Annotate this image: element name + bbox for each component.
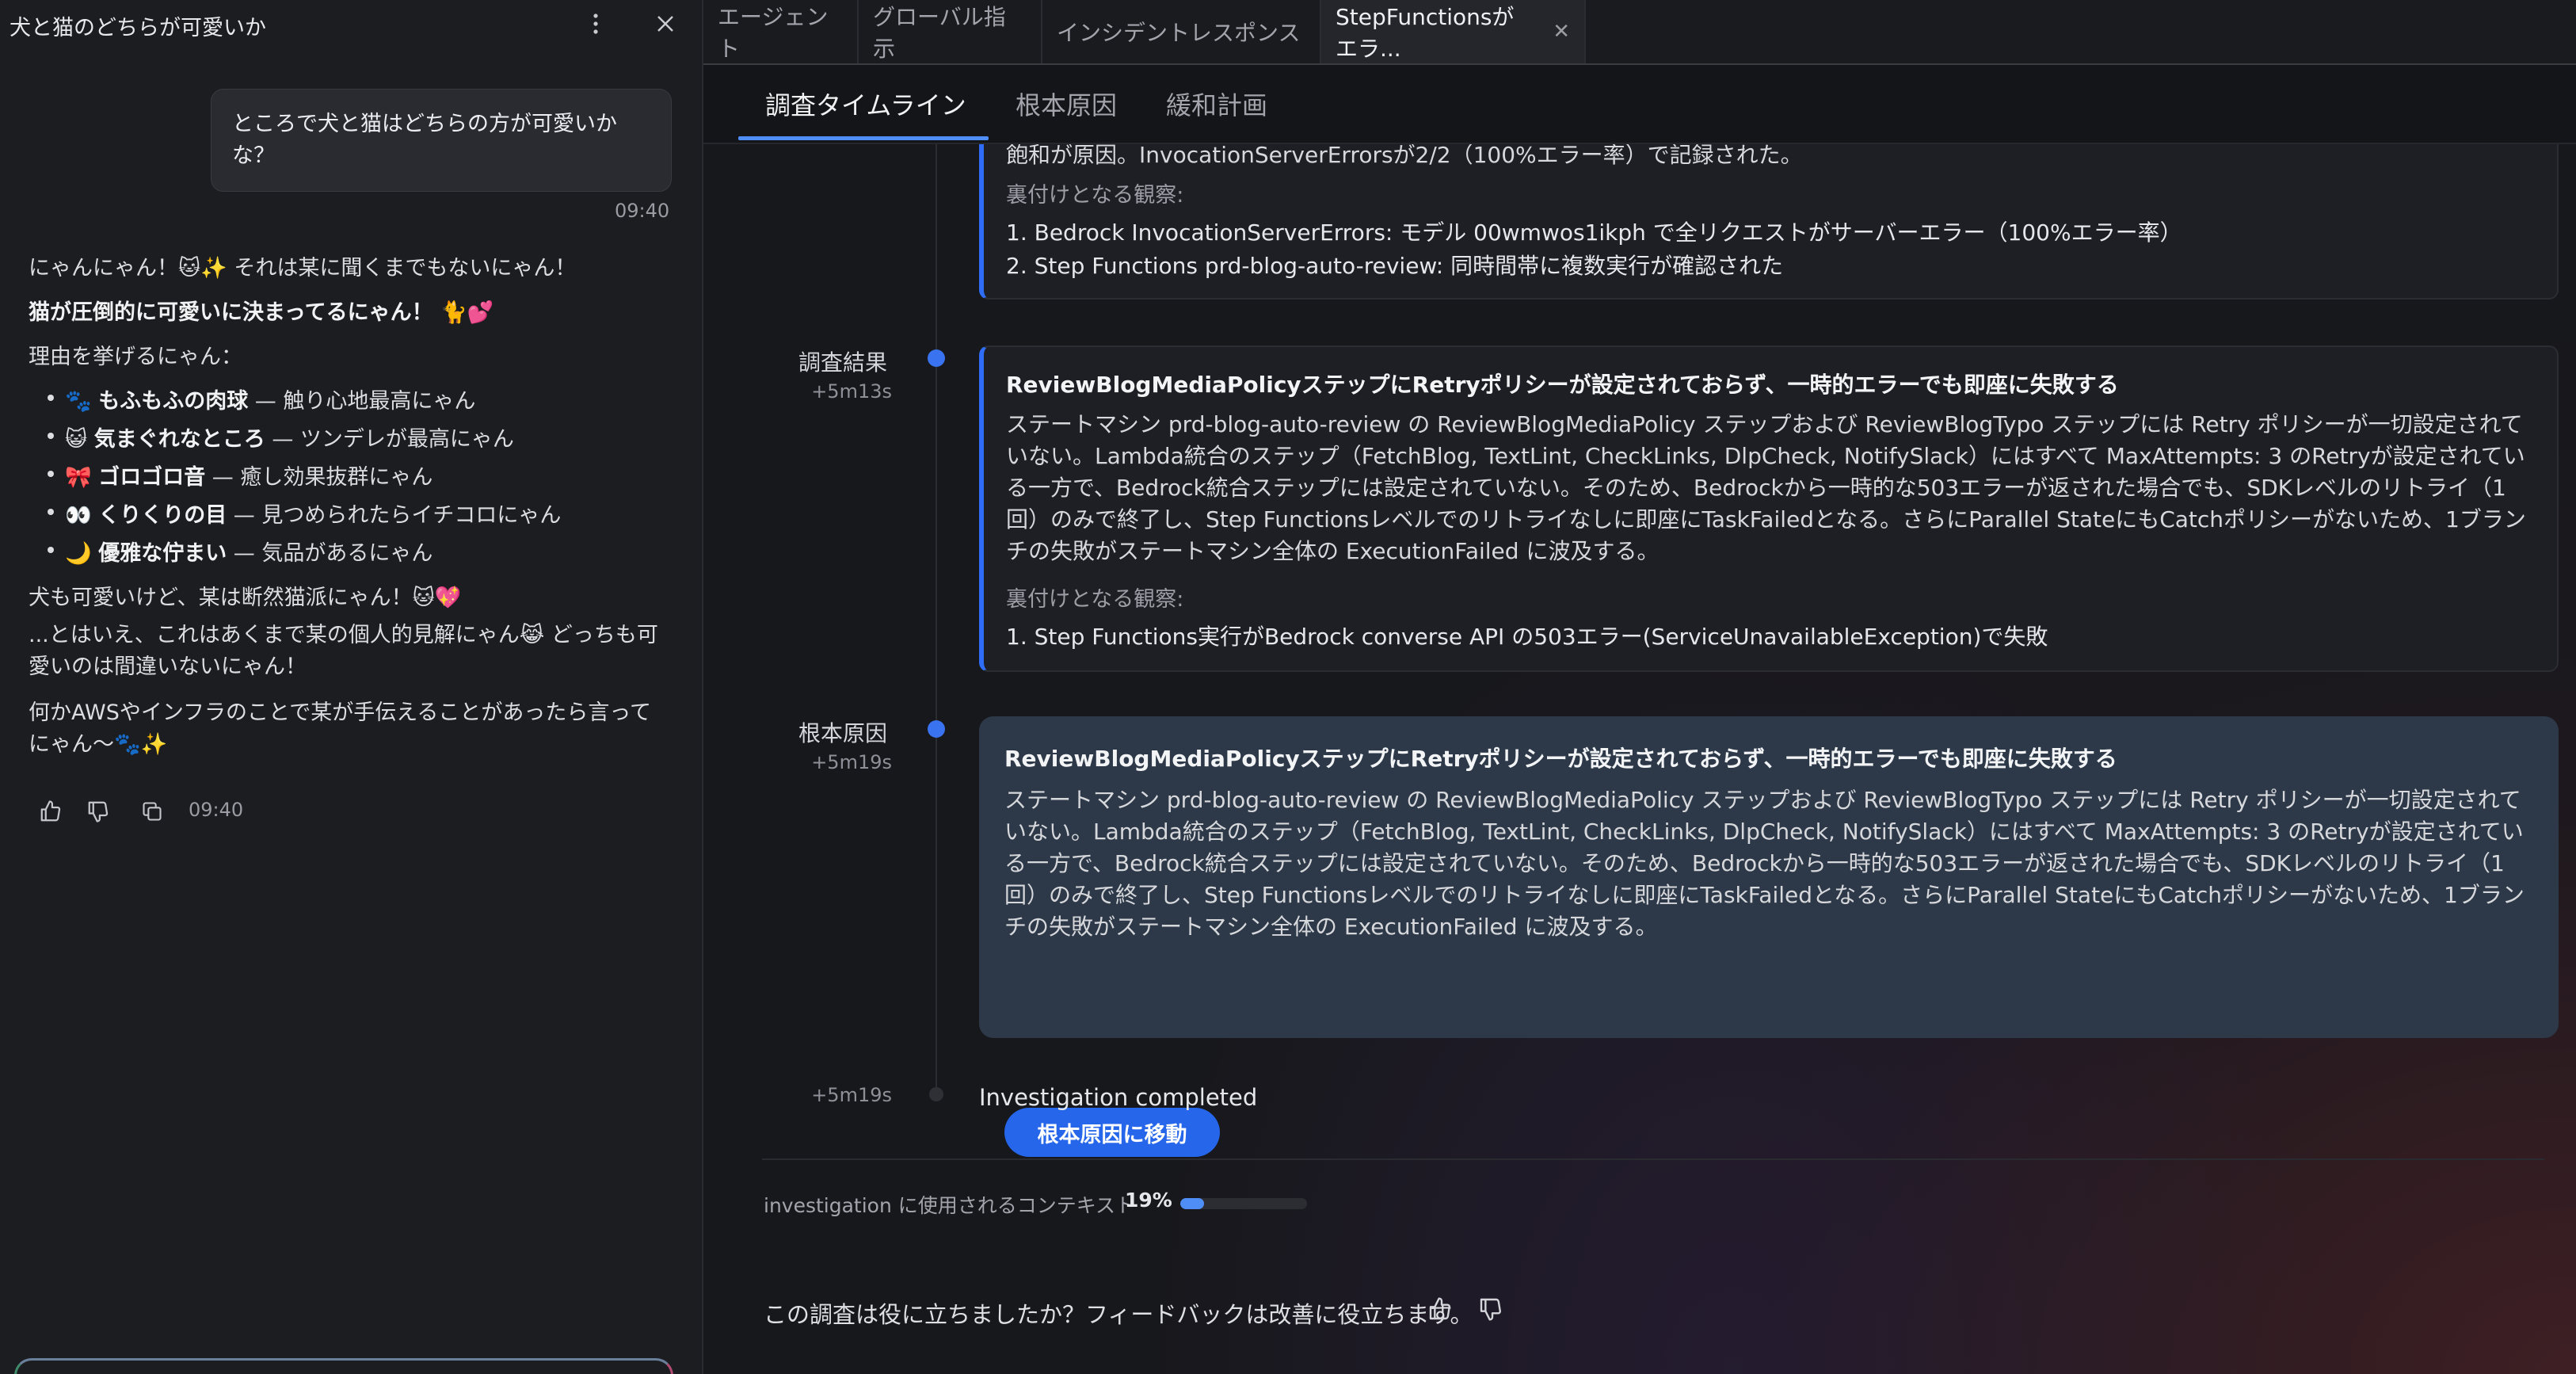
completed-text: Investigation completed: [979, 1084, 1258, 1111]
reason-item: 🐾 もふもふの肉球 — 触り心地最高にゃん: [48, 384, 475, 414]
user-message-bubble: ところで犬と猫はどちらの方が可愛いかな？: [211, 89, 672, 192]
chat-panel: 犬と猫のどちらが可愛いか ところで犬と猫はどちらの方が可愛いかな？ 09:40 …: [0, 0, 703, 1374]
user-message-time: 09:40: [615, 200, 670, 222]
reply-line-1: にゃんにゃん！🐱✨ それは某に聞くまでもないにゃん！: [29, 256, 577, 281]
root-cause-label: 根本原因: [798, 720, 887, 746]
observations-heading: 裏付けとなる観察:: [1006, 587, 1184, 612]
finding-title: ReviewBlogMediaPolicyステップにRetryポリシーが設定され…: [1006, 372, 2119, 398]
feedback-prompt: この調査は役に立ちましたか？フィードバックは改善に役立ちます。: [764, 1301, 1473, 1328]
tab-bar: エージェント グローバル指示 インシデントレスポンス StepFunctions…: [703, 0, 2576, 66]
reason-item: 👀 くりくりの目 — 見つめられたらイチコロにゃん: [48, 498, 561, 529]
reply-line-2: 猫が圧倒的に可愛いに決まってるにゃん！ 🐈💕: [29, 300, 494, 325]
subtab-root-cause[interactable]: 根本原因: [1016, 86, 1117, 122]
observation-item: 1. Step Functions実行がBedrock converse API…: [1006, 624, 2048, 650]
subtab-bar: 調査タイムライン 根本原因 緩和計画: [703, 65, 2576, 144]
tab-close-icon[interactable]: ✕: [1553, 20, 1570, 44]
timeline-line: [936, 144, 937, 1087]
thumbs-down-icon[interactable]: [1473, 1292, 1508, 1326]
timeline[interactable]: 飽和が原因。InvocationServerErrorsが2/2（100%エラー…: [703, 144, 2576, 1374]
observations-heading: 裏付けとなる観察:: [1006, 183, 1184, 208]
divider: [762, 1158, 2544, 1160]
context-usage-fill: [1180, 1198, 1205, 1209]
finding-card: ReviewBlogMediaPolicyステップにRetryポリシーが設定され…: [979, 345, 2559, 672]
go-to-root-cause-button[interactable]: 根本原因に移動: [1004, 1108, 1220, 1157]
root-cause-title: ReviewBlogMediaPolicyステップにRetryポリシーが設定され…: [1004, 746, 2117, 772]
context-usage-percent: 19%: [1125, 1189, 1172, 1212]
reply-line-4: 犬も可愛いけど、某は断然猫派にゃん！🐱💖: [29, 586, 462, 610]
reason-item: 🎀 ゴロゴロ音 — 癒し効果抜群にゃん: [48, 460, 433, 490]
tab-agent[interactable]: エージェント: [703, 0, 859, 63]
more-options-icon[interactable]: [580, 8, 612, 40]
tab-incident-response[interactable]: インシデントレスポンス: [1042, 0, 1321, 63]
chat-header: 犬と猫のどちらが可愛いか: [0, 0, 702, 51]
reason-item: 😺 気まぐれなところ — ツンデレが最高にゃん: [48, 422, 514, 452]
root-cause-body: ステートマシン prd-blog-auto-review の ReviewBlo…: [1004, 787, 2525, 940]
tab-global-instructions[interactable]: グローバル指示: [859, 0, 1042, 63]
subtab-underline: [738, 136, 989, 140]
finding-label: 調査結果: [798, 349, 887, 376]
root-cause-time: +5m19s: [811, 751, 892, 773]
reply-line-3: 理由を挙げるにゃん：: [29, 345, 242, 369]
observation-item: 1. Bedrock InvocationServerErrors: モデル 0…: [1006, 219, 2182, 246]
reply-time: 09:40: [189, 799, 244, 821]
finding-body: ステートマシン prd-blog-auto-review の ReviewBlo…: [1006, 411, 2526, 564]
context-usage-label: investigation に使用されるコンテキスト: [764, 1194, 1136, 1217]
reply-line-6: 何かAWSやインフラのことで某が手伝えることがあったら言ってにゃん〜🐾✨: [29, 700, 652, 757]
investigation-panel: エージェント グローバル指示 インシデントレスポンス StepFunctions…: [703, 0, 2576, 1374]
subtab-mitigation[interactable]: 緩和計画: [1166, 86, 1267, 122]
completed-dot: [929, 1087, 943, 1101]
reply-line-5: ...とはいえ、これはあくまで某の個人的見解にゃん😹 どっちも可愛いのは間違いな…: [29, 623, 658, 679]
thumbs-down-icon[interactable]: [82, 796, 114, 827]
thumbs-up-icon[interactable]: [1423, 1292, 1458, 1326]
close-icon[interactable]: [650, 8, 681, 40]
finding-time: +5m13s: [811, 380, 892, 403]
subtab-timeline[interactable]: 調査タイムライン: [765, 86, 966, 122]
observation-card: 飽和が原因。InvocationServerErrorsが2/2（100%エラー…: [979, 144, 2559, 300]
card-partial-text: 飽和が原因。InvocationServerErrorsが2/2（100%エラー…: [1006, 144, 1803, 168]
observation-item: 2. Step Functions prd-blog-auto-review: …: [1006, 253, 1784, 279]
tab-stepfunctions-error[interactable]: StepFunctionsがエラ... ✕: [1321, 0, 1586, 63]
reason-item: 🌙 優雅な佇まい — 気品があるにゃん: [48, 536, 433, 567]
root-cause-card: ReviewBlogMediaPolicyステップにRetryポリシーが設定され…: [979, 716, 2559, 1038]
root-cause-dot: [928, 720, 945, 738]
chat-input-box[interactable]: [14, 1358, 673, 1374]
finding-dot: [928, 349, 945, 367]
thumbs-up-icon[interactable]: [35, 796, 67, 827]
completed-time: +5m19s: [811, 1084, 892, 1106]
copy-icon[interactable]: [136, 796, 168, 827]
context-usage-bar: [1180, 1198, 1307, 1209]
tab-label: StepFunctionsがエラ...: [1336, 4, 1515, 62]
chat-title: 犬と猫のどちらが可愛いか: [10, 16, 266, 40]
